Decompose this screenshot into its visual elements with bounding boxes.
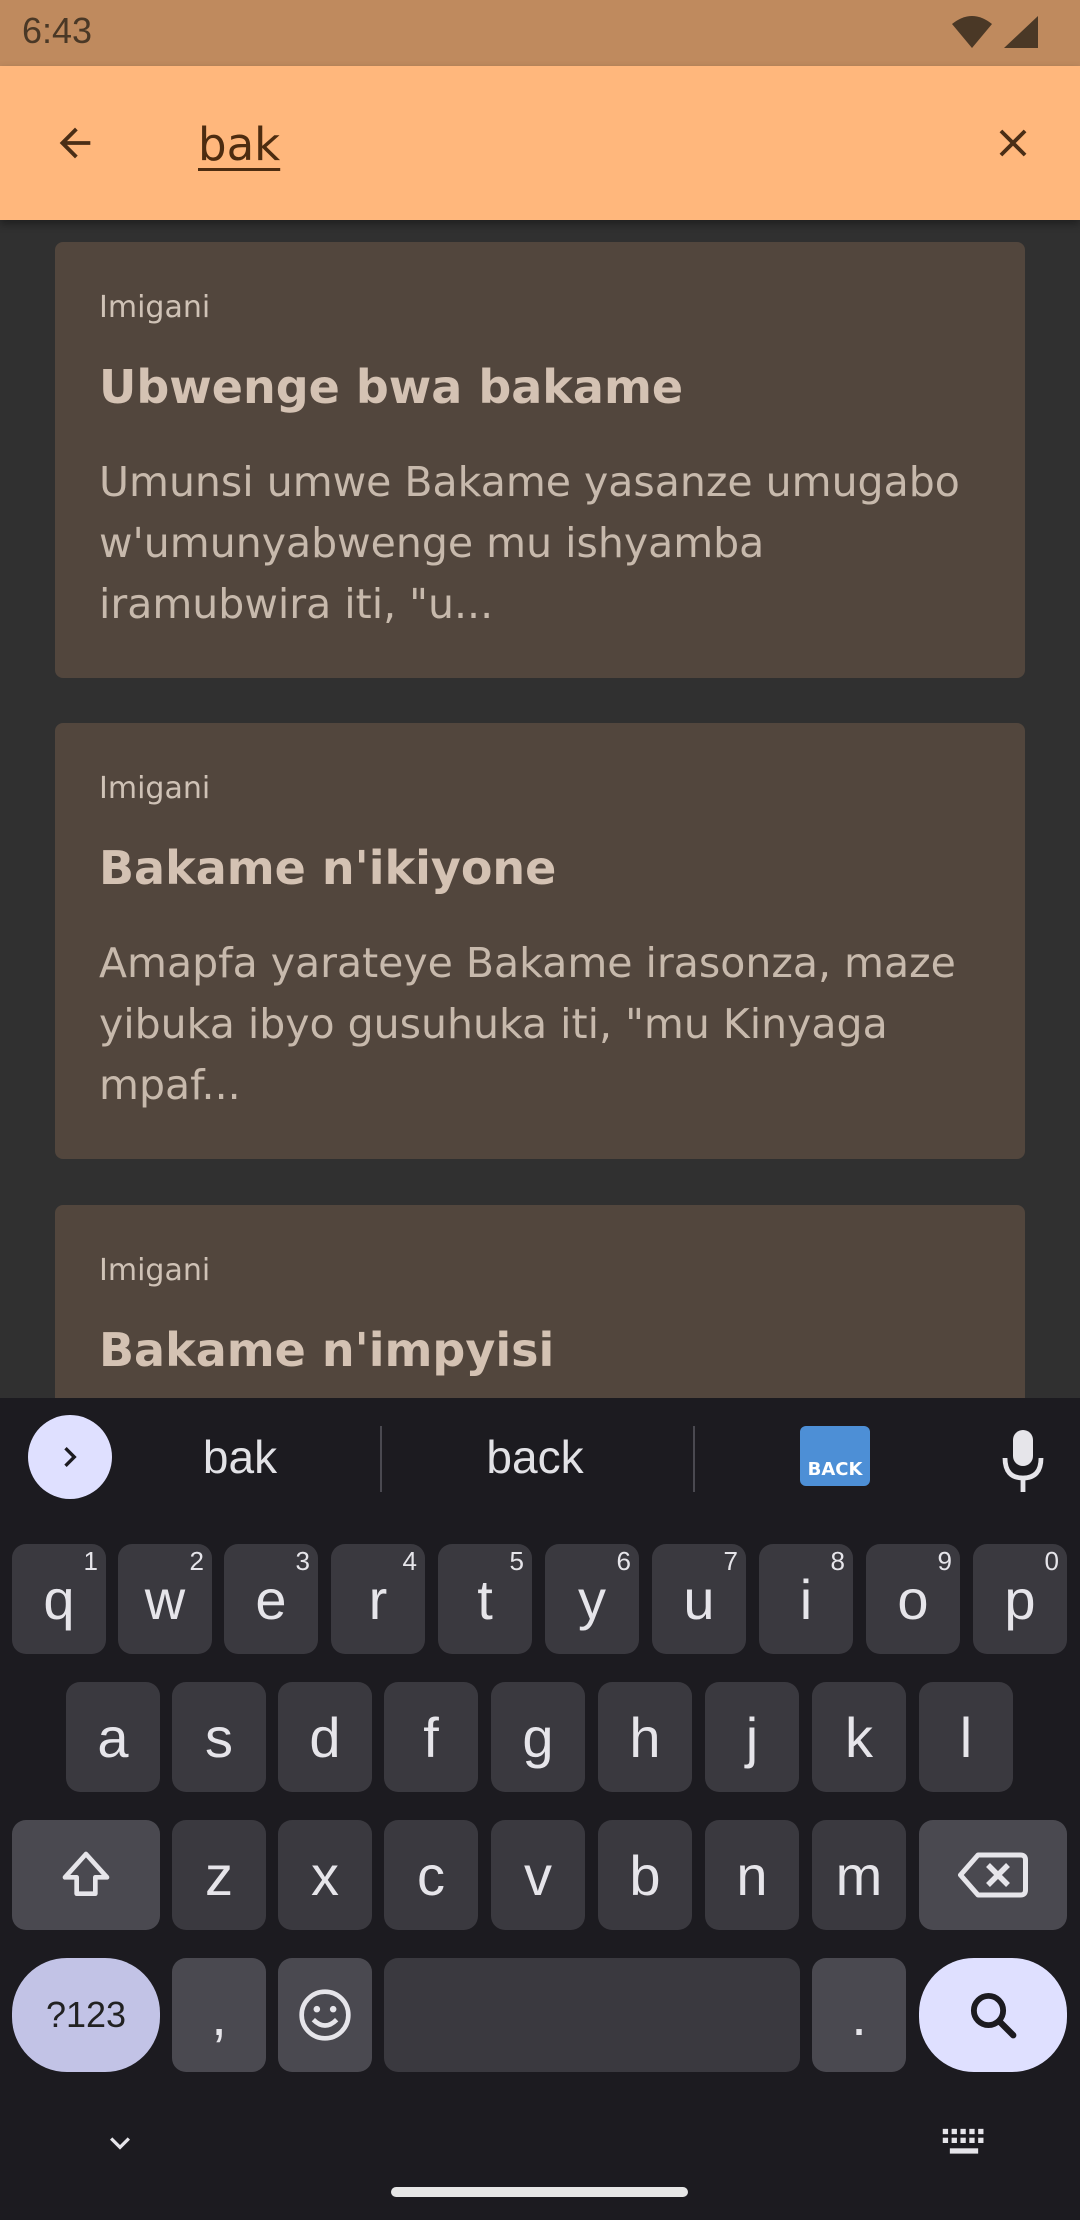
voice-input-button[interactable] [995, 1428, 1051, 1494]
arrow-back-icon [59, 127, 91, 159]
key-p[interactable]: p0 [973, 1544, 1067, 1654]
key-j[interactable]: j [705, 1682, 799, 1792]
key-hint: 4 [402, 1546, 417, 1576]
card-category: Imigani [99, 771, 211, 806]
result-card[interactable]: Imigani Bakame n'impyisi [55, 1205, 1025, 1398]
key-f[interactable]: f [384, 1682, 478, 1792]
key-y[interactable]: y6 [545, 1544, 639, 1654]
search-app-bar [0, 66, 1080, 220]
key-m[interactable]: m [812, 1820, 906, 1930]
emoji-icon [299, 1989, 351, 2041]
suggestion-divider [380, 1426, 382, 1492]
status-icons [950, 14, 1040, 50]
key-hint: 3 [295, 1546, 310, 1576]
key-s[interactable]: s [172, 1682, 266, 1792]
key-l[interactable]: l [919, 1682, 1013, 1792]
result-card[interactable]: Imigani Ubwenge bwa bakame Umunsi umwe B… [55, 242, 1025, 678]
card-category: Imigani [99, 1253, 211, 1288]
mic-icon [1002, 1430, 1044, 1492]
key-label: y [578, 1567, 606, 1631]
backspace-icon [958, 1852, 1028, 1898]
key-hint: 5 [509, 1546, 524, 1576]
wifi-icon [952, 16, 992, 48]
suggestion-item[interactable]: bak [140, 1430, 340, 1490]
key-hint: 0 [1044, 1546, 1059, 1576]
search-input[interactable] [198, 114, 918, 174]
key-i[interactable]: i8 [759, 1544, 853, 1654]
key-hint: 9 [937, 1546, 952, 1576]
card-title: Ubwenge bwa bakame [99, 360, 684, 414]
key-a[interactable]: a [66, 1682, 160, 1792]
key-r[interactable]: r4 [331, 1544, 425, 1654]
key-label: p [1004, 1567, 1036, 1631]
period-key[interactable]: . [812, 1958, 906, 2072]
suggestion-item[interactable]: back [420, 1430, 650, 1490]
card-excerpt: Umunsi umwe Bakame yasanze umugabo w'umu… [99, 458, 960, 628]
key-x[interactable]: x [278, 1820, 372, 1930]
home-gesture-bar[interactable] [391, 2187, 688, 2197]
hide-keyboard-button[interactable] [92, 2115, 148, 2171]
key-c[interactable]: c [384, 1820, 478, 1930]
clear-search-button[interactable] [978, 108, 1048, 178]
search-results-list[interactable]: Imigani Ubwenge bwa bakame Umunsi umwe B… [0, 220, 1080, 1398]
card-title: Bakame n'impyisi [99, 1323, 555, 1377]
key-v[interactable]: v [491, 1820, 585, 1930]
comma-key[interactable]: , [172, 1958, 266, 2072]
card-category: Imigani [99, 290, 211, 325]
symbols-key[interactable]: ?123 [12, 1958, 160, 2072]
key-k[interactable]: k [812, 1682, 906, 1792]
key-u[interactable]: u7 [652, 1544, 746, 1654]
chevron-right-icon [64, 1447, 77, 1467]
key-hint: 7 [723, 1546, 738, 1576]
shift-icon [62, 1851, 110, 1896]
key-label: u [683, 1567, 715, 1631]
key-t[interactable]: t5 [438, 1544, 532, 1654]
result-card[interactable]: Imigani Bakame n'ikiyone Amapfa yarateye… [55, 723, 1025, 1159]
key-label: t [477, 1567, 493, 1631]
key-label: r [368, 1567, 388, 1631]
status-time: 6:43 [22, 10, 93, 51]
back-button[interactable] [40, 108, 110, 178]
keyboard-icon [942, 2128, 984, 2154]
key-hint: 8 [830, 1546, 845, 1576]
key-g[interactable]: g [491, 1682, 585, 1792]
chevron-down-icon [110, 2137, 130, 2150]
backspace-key[interactable] [919, 1820, 1067, 1930]
suggestion-divider [693, 1426, 695, 1492]
space-key[interactable] [384, 1958, 800, 2072]
emoji-key[interactable] [278, 1958, 372, 2072]
key-e[interactable]: e3 [224, 1544, 318, 1654]
key-w[interactable]: w2 [118, 1544, 212, 1654]
back-arrow-emoji-suggestion[interactable]: BACK [800, 1426, 870, 1486]
key-hint: 1 [83, 1546, 98, 1576]
search-icon [970, 1992, 1017, 2039]
shift-key[interactable] [12, 1820, 160, 1930]
status-bar: 6:43 [0, 0, 1080, 66]
key-label: q [43, 1567, 75, 1631]
key-hint: 2 [189, 1546, 204, 1576]
key-n[interactable]: n [705, 1820, 799, 1930]
key-h[interactable]: h [598, 1682, 692, 1792]
expand-toolbar-button[interactable] [28, 1415, 112, 1499]
card-excerpt: Amapfa yarateye Bakame irasonza, maze yi… [99, 939, 956, 1109]
signal-icon [1004, 16, 1038, 48]
soft-keyboard: bak back BACK q1 w2 e3 r4 t5 y6 u7 i8 o9… [0, 1398, 1080, 2220]
search-enter-key[interactable] [919, 1958, 1067, 2072]
key-z[interactable]: z [172, 1820, 266, 1930]
key-o[interactable]: o9 [866, 1544, 960, 1654]
switch-keyboard-button[interactable] [936, 2115, 992, 2171]
key-q[interactable]: q1 [12, 1544, 106, 1654]
key-hint: 6 [616, 1546, 631, 1576]
key-label: o [897, 1567, 929, 1631]
key-label: i [799, 1567, 813, 1631]
close-icon [999, 129, 1027, 157]
key-label: w [144, 1567, 186, 1631]
key-b[interactable]: b [598, 1820, 692, 1930]
card-title: Bakame n'ikiyone [99, 841, 557, 895]
navigation-bar [0, 2095, 1080, 2220]
key-d[interactable]: d [278, 1682, 372, 1792]
key-label: e [255, 1567, 287, 1631]
suggestion-strip: bak back BACK [0, 1398, 1080, 1524]
